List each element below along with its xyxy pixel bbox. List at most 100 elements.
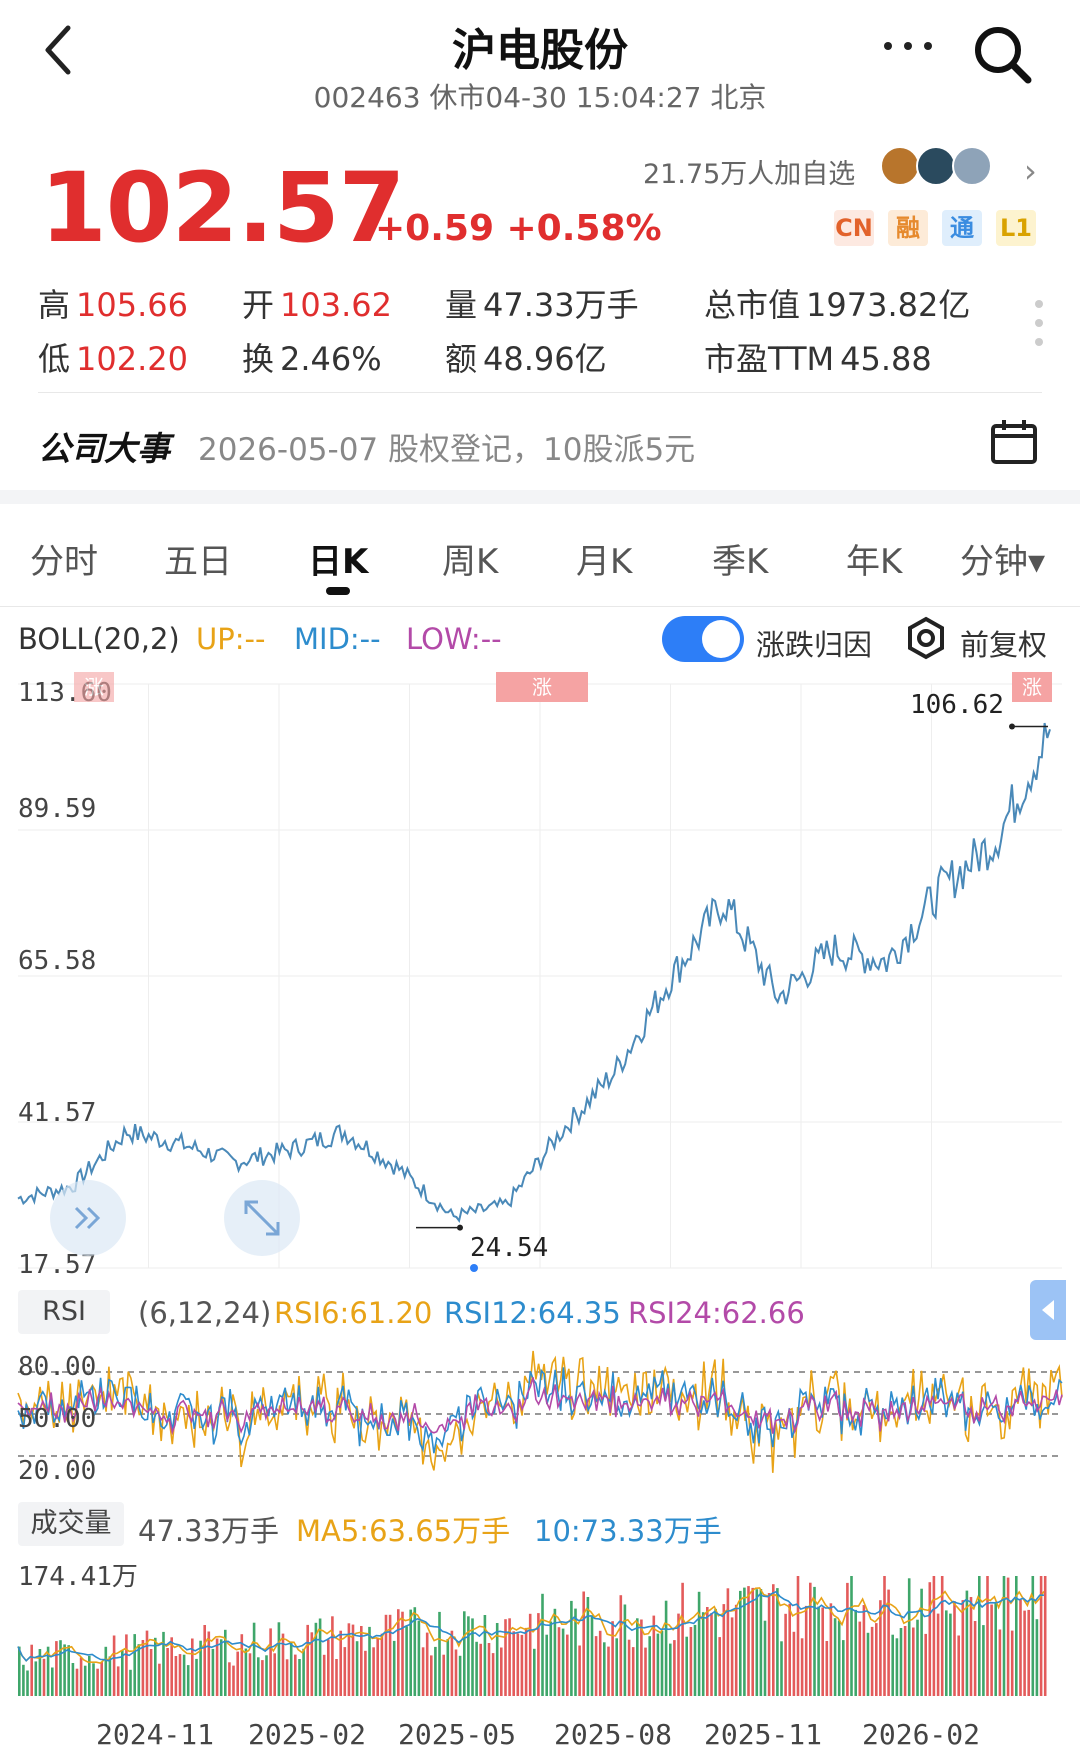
rise-tag[interactable]: 涨	[1012, 672, 1052, 702]
rsi-chart[interactable]	[0, 1340, 1080, 1500]
volume-bar	[294, 1654, 297, 1696]
stat-amount: 额 48.96亿	[445, 340, 607, 378]
boll-name[interactable]: BOLL(20,2)	[18, 622, 180, 656]
volume-bar	[463, 1611, 466, 1696]
volume-bar	[285, 1659, 289, 1696]
volume-bar	[982, 1625, 985, 1696]
adjust-label[interactable]: 前复权	[960, 622, 1047, 664]
volume-bar	[528, 1613, 532, 1696]
search-icon[interactable]	[970, 22, 1034, 86]
x-tick-label: 2026-02	[862, 1718, 981, 1751]
collapse-panel-button[interactable]	[1030, 1280, 1066, 1340]
volume-bar	[178, 1654, 182, 1696]
volume-bar	[594, 1636, 598, 1696]
volume-bar	[590, 1615, 594, 1696]
volume-bar	[487, 1643, 491, 1696]
volume-bar	[755, 1589, 759, 1696]
tab-five-day[interactable]: 五日	[164, 534, 232, 583]
volume-bar	[30, 1644, 33, 1696]
volume-bar	[541, 1593, 544, 1696]
rise-tag[interactable]: 涨	[74, 672, 114, 702]
volume-bar	[236, 1651, 239, 1696]
volume-bar	[837, 1620, 841, 1696]
min-marker-dot	[457, 1224, 463, 1231]
volume-bar	[335, 1659, 338, 1696]
forward-button[interactable]	[50, 1180, 126, 1256]
volume-bar	[669, 1643, 672, 1696]
attribution-label: 涨跌归因	[756, 628, 873, 662]
avatar	[880, 146, 920, 186]
max-marker-dot	[1009, 723, 1015, 730]
rise-tag[interactable]: 涨	[496, 672, 588, 702]
chevron-right-icon[interactable]: ›	[1024, 152, 1037, 190]
volume-bar	[83, 1665, 87, 1696]
tab-intraday[interactable]: 分时	[30, 534, 98, 583]
min-price-label: 24.54	[470, 1233, 549, 1263]
volume-bar	[495, 1623, 499, 1696]
company-event-text[interactable]: 2026-05-07 股权登记，10股派5元	[198, 424, 695, 469]
volume-bar	[450, 1630, 454, 1696]
volume-bar	[417, 1620, 421, 1696]
volume-bar	[660, 1630, 664, 1696]
price-line	[17, 722, 1051, 1224]
volume-bar	[405, 1626, 408, 1696]
volume-bar	[714, 1608, 717, 1696]
price-chart[interactable]	[0, 670, 1080, 1280]
volume-bar	[842, 1640, 845, 1696]
attribution-toggle[interactable]	[662, 616, 744, 662]
volume-bar	[685, 1636, 688, 1696]
tab-daily-k[interactable]: 日K	[308, 534, 368, 583]
volume-bar	[26, 1670, 29, 1696]
rsi-params: (6,12,24)	[138, 1296, 272, 1330]
more-icon[interactable]	[880, 34, 936, 58]
volume-bar	[726, 1588, 730, 1696]
volume-bar	[998, 1629, 1002, 1696]
volume-bar	[261, 1660, 264, 1696]
volume-bar	[34, 1661, 38, 1696]
volume-bar	[945, 1610, 948, 1696]
boll-low: LOW:--	[406, 622, 502, 656]
volume-bar	[545, 1634, 548, 1696]
expand-dots-icon[interactable]	[1034, 298, 1044, 348]
settings-icon[interactable]	[904, 616, 948, 660]
followers-count[interactable]: 21.75万人加自选	[643, 152, 855, 191]
avatar	[952, 146, 992, 186]
volume-bar	[722, 1604, 726, 1696]
volume-bar	[125, 1634, 128, 1696]
volume-bar	[71, 1663, 75, 1696]
volume-bar	[776, 1588, 779, 1696]
volume-bar	[681, 1582, 684, 1696]
volume-bar	[800, 1638, 804, 1696]
tab-minute[interactable]: 分钟▾	[960, 534, 1045, 583]
fullscreen-button[interactable]	[224, 1180, 300, 1256]
expand-icon	[244, 1200, 280, 1236]
volume-bar	[829, 1603, 833, 1696]
volume-bar	[257, 1657, 260, 1696]
volume-bar	[104, 1646, 108, 1696]
tab-yearly-k[interactable]: 年K	[846, 534, 902, 583]
volume-bar	[607, 1646, 610, 1696]
calendar-icon[interactable]	[990, 418, 1038, 466]
volume-bar	[784, 1613, 787, 1696]
stat-pe: 市盈TTM 45.88	[704, 340, 932, 378]
volume-bar	[912, 1627, 915, 1696]
rsi-label[interactable]: RSI	[18, 1290, 110, 1334]
tab-monthly-k[interactable]: 月K	[576, 534, 632, 583]
y-tick-label: 89.59	[18, 794, 97, 824]
volume-bar	[673, 1640, 676, 1696]
volume-bar	[907, 1578, 911, 1696]
volume-chart[interactable]	[0, 1550, 1080, 1700]
volume-bar	[623, 1604, 627, 1696]
volume-bar	[524, 1627, 528, 1696]
volume-bar	[454, 1649, 458, 1696]
tab-quarterly-k[interactable]: 季K	[712, 534, 768, 583]
volume-label[interactable]: 成交量	[18, 1502, 124, 1546]
volume-bar	[924, 1633, 927, 1696]
volume-bar	[813, 1586, 816, 1696]
volume-bar	[438, 1611, 441, 1696]
tab-weekly-k[interactable]: 周K	[442, 534, 498, 583]
volume-bar	[516, 1633, 520, 1696]
volume-bar	[701, 1612, 705, 1696]
volume-bar	[500, 1647, 503, 1696]
rsi-level-label: 80.00	[18, 1352, 97, 1382]
